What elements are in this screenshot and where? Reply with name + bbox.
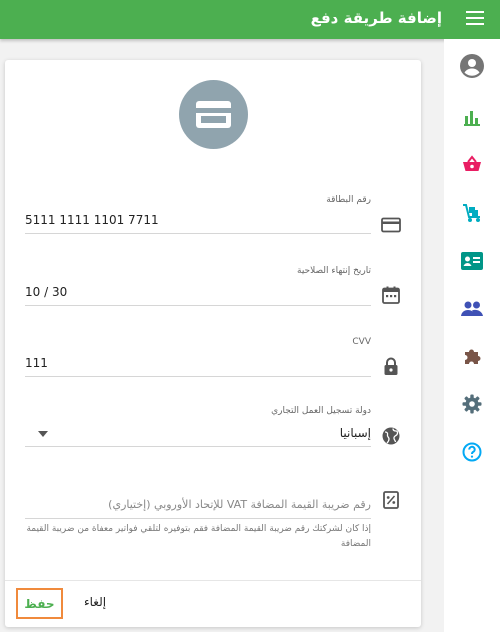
card-number-input[interactable]: 5111 1111 1101 7711 [25,213,159,227]
vat-underline [25,518,371,519]
percent-icon [383,491,399,509]
vat-number-input[interactable]: رقم ضريبة القيمة المضافة VAT للإتحاد الأ… [25,498,371,511]
credit-card-icon [196,101,231,128]
lock-icon [384,357,398,375]
globe-icon [382,427,400,445]
expiry-date-underline [25,305,371,306]
people-icon[interactable] [460,297,484,321]
menu-icon[interactable] [466,11,484,27]
bar-chart-icon[interactable] [460,105,484,129]
cvv-label: CVV [352,337,371,347]
cvv-underline [25,376,371,377]
cvv-input[interactable]: 111 [25,356,48,370]
footer-divider [5,580,421,581]
side-navigation [444,39,500,632]
card-number-field[interactable]: رقم البطاقة 5111 1111 1101 7711 [25,195,371,235]
card-number-label: رقم البطاقة [326,195,371,205]
chevron-down-icon[interactable] [38,431,48,437]
page-title: إضافة طريقة دفع [310,9,442,27]
country-selected-value[interactable]: إسبانيا [340,426,371,440]
save-button[interactable]: حفظ [16,588,63,619]
basket-icon[interactable] [460,152,484,176]
calendar-icon [382,286,400,304]
cancel-button[interactable]: إلغاء [84,595,106,609]
credit-card-avatar [179,80,248,149]
expiry-date-field[interactable]: تاريخ إنتهاء الصلاحية 10 / 30 [25,266,371,306]
country-underline [25,446,371,447]
expiry-date-input[interactable]: 10 / 30 [25,285,67,299]
help-icon[interactable] [460,440,484,464]
cvv-field[interactable]: CVV 111 [25,337,371,377]
app-bar: إضافة طريقة دفع [0,0,500,39]
vat-hint: إذا كان لشركتك رقم ضريبة القيمة المضافة … [26,524,371,549]
payment-method-card: رقم البطاقة 5111 1111 1101 7711 تاريخ إن… [5,60,421,627]
country-select[interactable]: دولة تسجيل العمل التجاري إسبانيا [25,406,371,448]
account-circle-icon[interactable] [460,54,484,78]
credit-card-icon [381,217,401,233]
puzzle-icon[interactable] [460,344,484,368]
expiry-date-label: تاريخ إنتهاء الصلاحية [297,266,371,276]
cart-icon[interactable] [460,201,484,225]
id-card-icon[interactable] [460,249,484,273]
gear-icon[interactable] [460,392,484,416]
card-number-underline [25,233,371,234]
country-label: دولة تسجيل العمل التجاري [271,406,371,416]
